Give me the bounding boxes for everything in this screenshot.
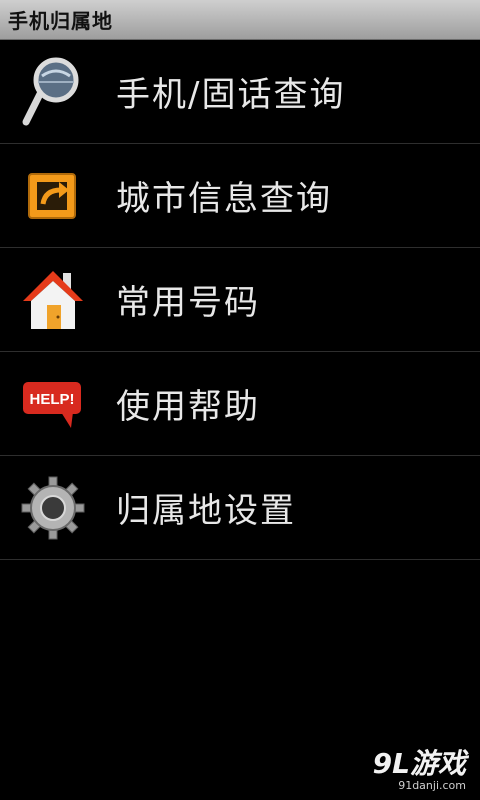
help-icon: HELP! (18, 369, 88, 439)
app-window: 手机归属地 手机/固话查询 城市信息查询 常用号码 HELP! 使用帮助 归属地… (0, 0, 480, 800)
menu-item-help[interactable]: HELP! 使用帮助 (0, 352, 480, 456)
svg-text:HELP!: HELP! (30, 391, 75, 408)
menu-item-phone-query[interactable]: 手机/固话查询 (0, 40, 480, 144)
gear-icon (18, 473, 88, 543)
watermark-logo-text: 9L游戏 (372, 747, 466, 780)
menu-item-location-settings[interactable]: 归属地设置 (0, 456, 480, 560)
magnifier-icon (18, 57, 88, 127)
house-icon (18, 265, 88, 335)
main-menu: 手机/固话查询 城市信息查询 常用号码 HELP! 使用帮助 归属地设置 (0, 40, 480, 560)
menu-item-common-numbers[interactable]: 常用号码 (0, 248, 480, 352)
site-watermark: 9L游戏 91danji.com (372, 747, 466, 793)
menu-item-label: 手机/固话查询 (116, 75, 346, 115)
watermark-url: 91danji.com (398, 779, 466, 792)
menu-item-label: 城市信息查询 (116, 179, 332, 219)
menu-item-city-info[interactable]: 城市信息查询 (0, 144, 480, 248)
city-info-icon (18, 161, 88, 231)
menu-item-label: 常用号码 (116, 283, 260, 323)
app-title: 手机归属地 (8, 9, 113, 33)
menu-item-label: 归属地设置 (116, 491, 296, 531)
menu-item-label: 使用帮助 (116, 387, 260, 427)
title-bar: 手机归属地 (0, 0, 480, 40)
